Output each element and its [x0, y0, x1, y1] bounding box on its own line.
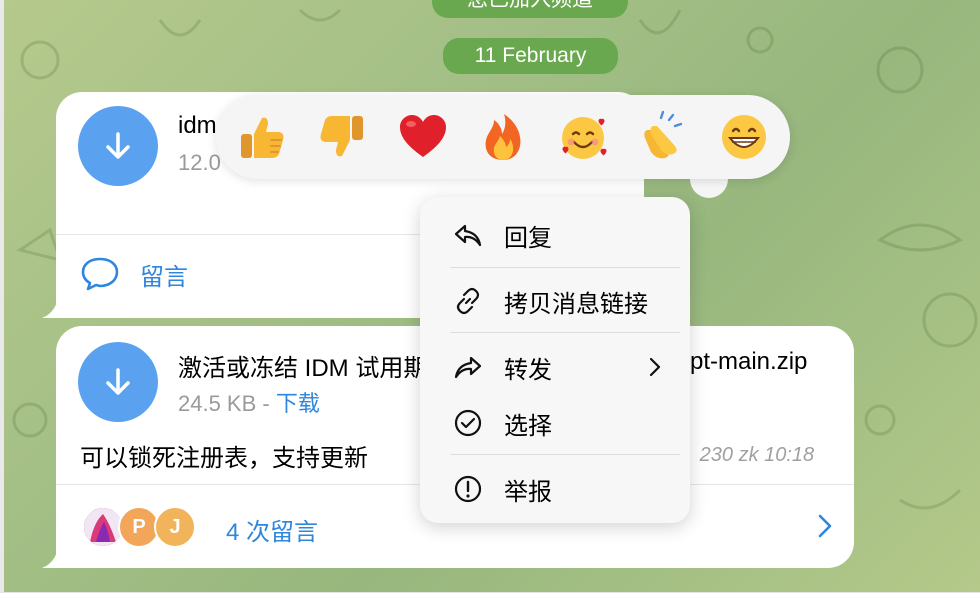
menu-label-forward: 转发 — [504, 356, 552, 384]
download-button[interactable] — [78, 342, 158, 422]
download-arrow-icon — [106, 368, 130, 395]
menu-item-forward[interactable]: 转发 — [420, 339, 690, 395]
reaction-fire[interactable] — [472, 106, 534, 168]
reaction-clapping-hands[interactable] — [633, 106, 695, 168]
chevron-right-icon — [818, 514, 832, 538]
menu-item-copy-link[interactable]: 拷贝消息链接 — [420, 273, 690, 329]
reaction-thumbs-up[interactable] — [231, 106, 293, 168]
comments-link[interactable]: 留言 — [80, 256, 188, 292]
reaction-grinning-face[interactable] — [713, 106, 775, 168]
thumbs-up-icon — [241, 117, 284, 158]
menu-label-copy-link: 拷贝消息链接 — [504, 290, 648, 318]
file-name: 激活或冻结 IDM 试用期 — [178, 355, 428, 382]
composer-area — [0, 592, 980, 616]
reaction-bar — [216, 95, 790, 179]
check-circle-icon — [454, 409, 482, 437]
menu-divider — [450, 454, 680, 455]
reaction-heart[interactable] — [392, 106, 454, 168]
report-icon — [454, 475, 482, 503]
download-link[interactable]: 下载 — [276, 391, 320, 416]
menu-label-select: 选择 — [504, 412, 552, 440]
menu-divider — [450, 267, 680, 268]
meta-separator: - — [256, 391, 276, 416]
context-menu: 回复 拷贝消息链接 转发 选择 举报 — [420, 197, 690, 523]
file-name: idm — [178, 112, 217, 139]
views-and-time: 230 zk 10:18 — [699, 444, 815, 466]
message-meta: ◐ 230 zk 10:18 — [682, 444, 814, 467]
reply-icon — [454, 224, 482, 247]
avatar: J — [154, 506, 196, 548]
comment-bubble-icon — [81, 257, 119, 291]
file-name-tail: pt-main.zip — [690, 348, 808, 375]
menu-label-report: 举报 — [504, 478, 552, 506]
heart-icon — [399, 115, 446, 157]
grinning-face-icon — [721, 115, 766, 159]
menu-label-reply: 回复 — [504, 224, 552, 252]
message-caption: 可以锁死注册表，支持更新 — [80, 445, 368, 472]
reaction-smiling-face-with-hearts[interactable] — [552, 106, 614, 168]
fire-icon — [485, 114, 521, 160]
avatar-image — [84, 508, 122, 546]
clapping-hands-icon — [643, 110, 682, 159]
menu-divider — [450, 332, 680, 333]
chevron-right-icon — [649, 357, 661, 377]
download-arrow-icon — [106, 132, 130, 159]
file-meta: 24.5 KB - 下载 — [178, 386, 320, 418]
bubble-tail — [42, 288, 72, 318]
menu-item-report[interactable]: 举报 — [420, 461, 690, 517]
menu-item-reply[interactable]: 回复 — [420, 207, 690, 263]
reaction-thumbs-down[interactable] — [311, 106, 373, 168]
file-meta: 12.0 — [178, 150, 221, 175]
menu-item-select[interactable]: 选择 — [420, 395, 690, 451]
forward-icon — [454, 356, 482, 379]
comment-label: 留言 — [140, 263, 188, 291]
comments-count: 4 次留言 — [226, 519, 319, 546]
file-size: 24.5 KB — [178, 391, 257, 416]
left-divider — [0, 0, 4, 592]
service-message: 您已加入频道 — [432, 0, 628, 18]
date-separator: 11 February — [443, 38, 618, 74]
thumbs-down-icon — [320, 116, 364, 157]
smiling-face-with-hearts-icon — [562, 117, 607, 159]
download-button[interactable] — [78, 106, 158, 186]
link-icon — [456, 287, 480, 315]
